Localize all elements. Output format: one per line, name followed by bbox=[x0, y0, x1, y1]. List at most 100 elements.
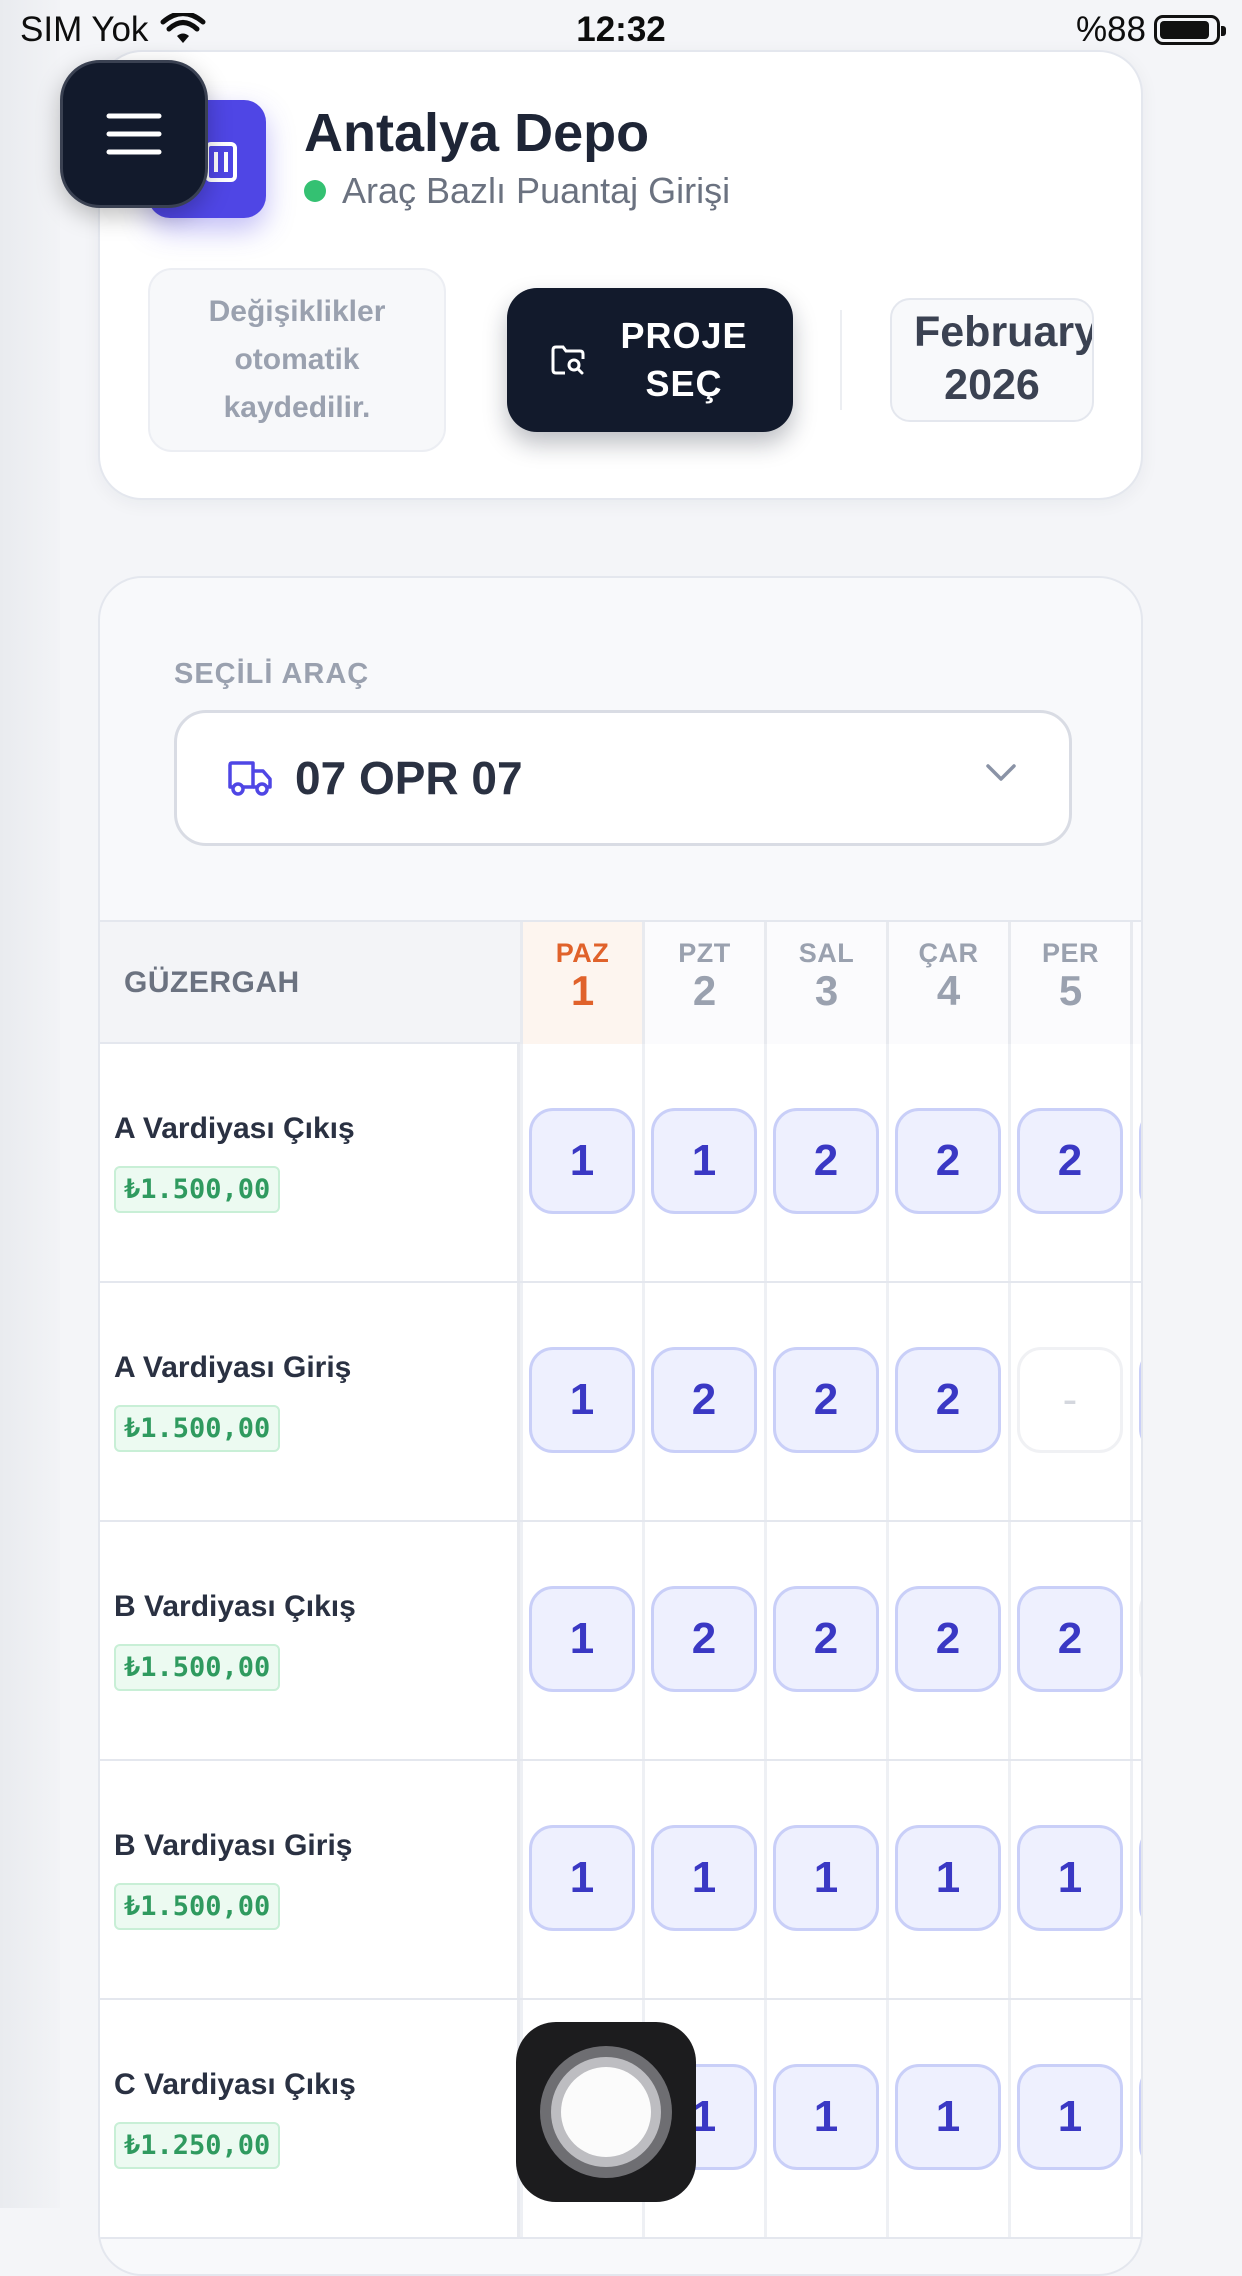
trip-count-input[interactable]: 2 bbox=[895, 1108, 1001, 1214]
chevron-down-icon bbox=[986, 764, 1016, 781]
day-cell: 1 bbox=[520, 1283, 642, 1520]
route-price: ₺1.500,00 bbox=[114, 1405, 281, 1452]
page-subtitle: Araç Bazlı Puantaj Girişi bbox=[342, 170, 731, 211]
route-cell: B Vardiyası Giriş ₺1.500,00 bbox=[100, 1761, 520, 1998]
month-label: February bbox=[914, 308, 1094, 356]
year-label: 2026 bbox=[944, 361, 1040, 409]
select-project-button[interactable]: PROJE SEÇ bbox=[507, 288, 793, 432]
day-header: PAZ 1 bbox=[520, 922, 642, 1044]
trip-count-input[interactable]: 1 bbox=[529, 1586, 635, 1692]
day-cell: 2 bbox=[886, 1044, 1008, 1281]
trip-count-input[interactable]: 2 bbox=[651, 1586, 757, 1692]
trip-count-input[interactable]: 1 bbox=[773, 2064, 879, 2170]
route-name: A Vardiyası Çıkış bbox=[114, 1112, 355, 1145]
trip-count-input[interactable]: 2 bbox=[895, 1347, 1001, 1453]
vehicle-select-label: SEÇİLİ ARAÇ bbox=[174, 658, 370, 690]
clock: 12:32 bbox=[576, 10, 666, 49]
month-picker[interactable]: February 2026 bbox=[890, 298, 1094, 422]
day-header: PER 5 bbox=[1008, 922, 1130, 1044]
table-row: B Vardiyası Çıkış ₺1.500,00 1 2 2 2 2 bbox=[100, 1522, 1141, 1761]
day-cell: 2 bbox=[764, 1283, 886, 1520]
day-cell-partial bbox=[1130, 1761, 1141, 1998]
trip-count-input[interactable]: 2 bbox=[773, 1347, 879, 1453]
select-project-label: PROJE SEÇ bbox=[620, 315, 748, 404]
day-header: ÇAR 4 bbox=[886, 922, 1008, 1044]
day-number: 5 bbox=[1058, 967, 1083, 1014]
route-cell: B Vardiyası Çıkış ₺1.500,00 bbox=[100, 1522, 520, 1759]
assistive-touch-button[interactable] bbox=[516, 2022, 696, 2202]
trip-count-input[interactable]: 1 bbox=[651, 1825, 757, 1931]
trip-count-input-partial[interactable] bbox=[1139, 1347, 1141, 1453]
day-cell: 1 bbox=[886, 2000, 1008, 2237]
day-cell-partial bbox=[1130, 1522, 1141, 1759]
route-price: ₺1.500,00 bbox=[114, 1166, 281, 1213]
trip-count-input[interactable]: 2 bbox=[1017, 1586, 1123, 1692]
trip-count-input[interactable]: 1 bbox=[1017, 1825, 1123, 1931]
day-cell-partial bbox=[1130, 1283, 1141, 1520]
trip-count-input[interactable]: 1 bbox=[773, 1825, 879, 1931]
subtitle-row: Araç Bazlı Puantaj Girişi bbox=[304, 170, 730, 212]
day-cell: 1 bbox=[642, 1044, 764, 1281]
day-cell: 1 bbox=[520, 1761, 642, 1998]
battery-icon bbox=[1154, 15, 1226, 45]
route-price: ₺1.500,00 bbox=[114, 1883, 281, 1930]
trip-count-input-empty[interactable]: - bbox=[1017, 1347, 1123, 1453]
day-cell: 2 bbox=[764, 1044, 886, 1281]
trip-count-input[interactable]: 2 bbox=[773, 1586, 879, 1692]
day-number: 1 bbox=[570, 967, 595, 1014]
day-name: PAZ bbox=[555, 938, 610, 968]
day-number: 3 bbox=[814, 967, 839, 1014]
status-dot bbox=[304, 180, 326, 202]
menu-button[interactable] bbox=[60, 60, 208, 208]
trip-count-input[interactable]: 1 bbox=[1017, 2064, 1123, 2170]
trip-count-input[interactable]: 2 bbox=[1017, 1108, 1123, 1214]
trip-count-input-partial[interactable] bbox=[1139, 1825, 1141, 1931]
route-cell: C Vardiyası Çıkış ₺1.250,00 bbox=[100, 2000, 520, 2237]
day-header-partial bbox=[1130, 922, 1141, 1044]
trip-count-input[interactable]: 2 bbox=[773, 1108, 879, 1214]
sidebar-edge bbox=[0, 0, 60, 2208]
route-name: B Vardiyası Çıkış bbox=[114, 1590, 356, 1623]
trip-count-input[interactable]: 2 bbox=[651, 1347, 757, 1453]
day-cell: 1 bbox=[520, 1522, 642, 1759]
trip-count-input-partial[interactable] bbox=[1139, 1586, 1141, 1692]
trip-count-input-partial[interactable] bbox=[1139, 1108, 1141, 1214]
trip-count-input[interactable]: 1 bbox=[895, 2064, 1001, 2170]
trip-count-input[interactable]: 1 bbox=[529, 1825, 635, 1931]
trip-count-input[interactable]: 1 bbox=[651, 1108, 757, 1214]
day-cell: 1 bbox=[1008, 1761, 1130, 1998]
vehicle-select-value: 07 OPR 07 bbox=[295, 752, 523, 804]
battery-percent: %88 bbox=[1075, 10, 1146, 49]
day-cell: 1 bbox=[764, 1761, 886, 1998]
trip-count-input-partial[interactable] bbox=[1139, 2064, 1141, 2170]
day-cell: 2 bbox=[1008, 1044, 1130, 1281]
day-cell: 1 bbox=[642, 1761, 764, 1998]
route-cell: A Vardiyası Giriş ₺1.500,00 bbox=[100, 1283, 520, 1520]
table-row: A Vardiyası Çıkış ₺1.500,00 1 1 2 2 2 bbox=[100, 1044, 1141, 1283]
day-cell: 2 bbox=[1008, 1522, 1130, 1759]
day-cell: 1 bbox=[1008, 2000, 1130, 2237]
folder-search-icon bbox=[551, 345, 585, 375]
table-header: GÜZERGAH PAZ 1 PZT 2 SAL 3 ÇAR 4 PER 5 bbox=[100, 920, 1141, 1044]
day-name: SAL bbox=[798, 938, 855, 968]
timesheet-card: SEÇİLİ ARAÇ 07 OPR 07 GÜZERGAH PAZ 1 PZT… bbox=[98, 576, 1143, 2276]
route-name: A Vardiyası Giriş bbox=[114, 1351, 352, 1384]
divider bbox=[840, 310, 842, 410]
trip-count-input[interactable]: 1 bbox=[895, 1825, 1001, 1931]
hamburger-icon bbox=[106, 113, 162, 155]
day-name: PER bbox=[1041, 938, 1100, 968]
status-right: %88 bbox=[1075, 10, 1226, 50]
trip-count-input[interactable]: 1 bbox=[529, 1347, 635, 1453]
day-cell: 2 bbox=[764, 1522, 886, 1759]
day-header: PZT 2 bbox=[642, 922, 764, 1044]
day-number: 2 bbox=[692, 967, 717, 1014]
route-column-header: GÜZERGAH bbox=[124, 966, 300, 999]
day-cell: 1 bbox=[764, 2000, 886, 2237]
trip-count-input[interactable]: 1 bbox=[529, 1108, 635, 1214]
trip-count-input[interactable]: 2 bbox=[895, 1586, 1001, 1692]
vehicle-select[interactable]: 07 OPR 07 bbox=[174, 710, 1072, 846]
day-header: SAL 3 bbox=[764, 922, 886, 1044]
day-cell: - bbox=[1008, 1283, 1130, 1520]
day-name: ÇAR bbox=[918, 938, 979, 968]
route-price: ₺1.500,00 bbox=[114, 1644, 281, 1691]
